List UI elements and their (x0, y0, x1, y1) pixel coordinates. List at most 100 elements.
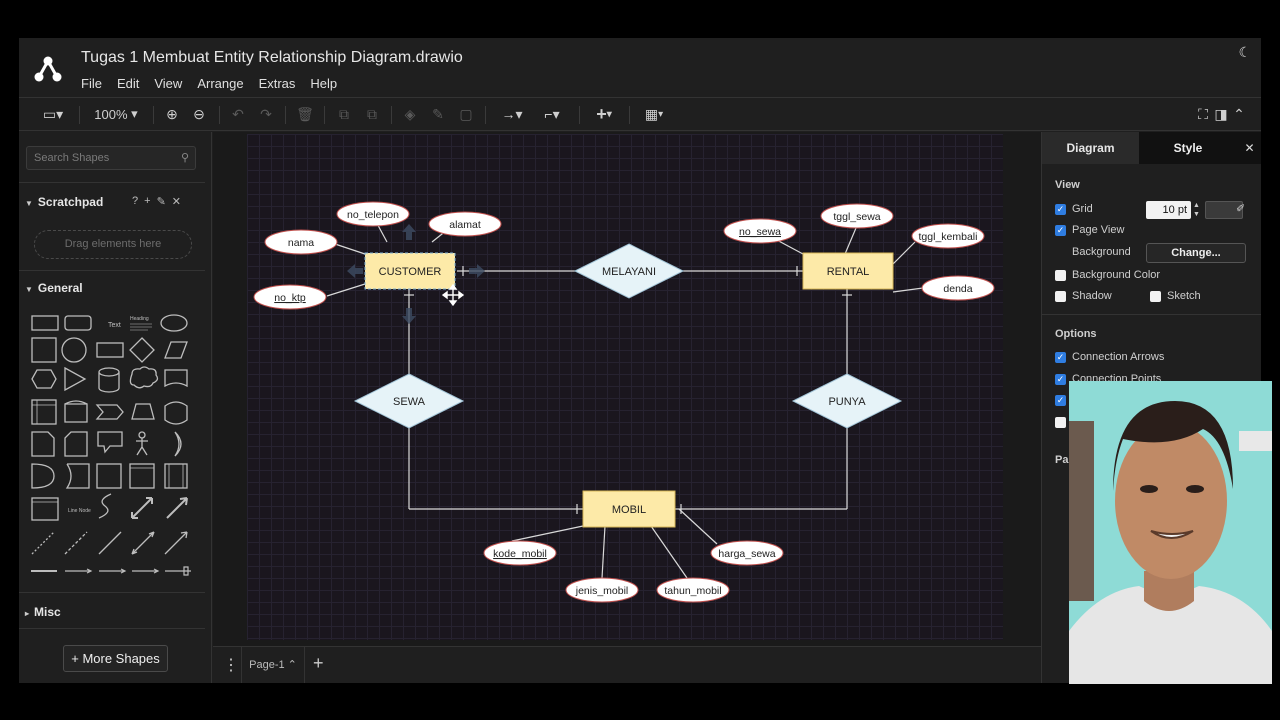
delete-icon[interactable]: 🗑 (296, 104, 314, 124)
page-view-checkbox-row[interactable]: ✓ Page View (1055, 224, 1124, 236)
guides-checkbox[interactable]: ✓ (1055, 395, 1066, 406)
tab-style[interactable]: Style (1139, 132, 1237, 164)
zoom-out-icon[interactable]: ⊖ (190, 104, 208, 124)
attribute-kode-mobil[interactable]: kode_mobil (483, 540, 557, 566)
relationship-punya-label: PUNYA (828, 396, 866, 408)
tab-diagram[interactable]: Diagram (1042, 132, 1139, 164)
search-icon[interactable]: ⚲ (181, 151, 189, 164)
edit-icon[interactable]: ✎ (157, 195, 166, 208)
shadow-checkbox-row[interactable]: Shadow (1055, 290, 1112, 302)
menu-arrange[interactable]: Arrange (197, 76, 243, 91)
grid-size-stepper[interactable]: ▲ ▼ (1193, 201, 1200, 219)
waypoints-icon[interactable]: ⌐▾ (535, 104, 569, 124)
attribute-nama-label: nama (288, 237, 314, 249)
diagram-canvas[interactable]: CUSTOMER RENTAL MOBIL MELAYANI SEWA PUNY… (213, 132, 1041, 646)
option-checkbox[interactable] (1055, 417, 1066, 428)
menu-file[interactable]: File (81, 76, 102, 91)
menu-view[interactable]: View (154, 76, 182, 91)
attribute-no-ktp-label: no_ktp (274, 292, 306, 304)
svg-text:Heading: Heading (130, 316, 149, 322)
attribute-no-ktp[interactable]: no_ktp (253, 284, 327, 310)
attribute-no-sewa[interactable]: no_sewa (723, 218, 797, 244)
to-back-icon[interactable]: ⧉ (363, 104, 381, 124)
sketch-checkbox[interactable] (1150, 290, 1161, 302)
general-shapes-palette[interactable]: Text Heading Line Node (29, 308, 197, 578)
background-color-checkbox-row[interactable]: Background Color (1055, 269, 1160, 281)
attribute-no-telepon-label: no_telepon (347, 209, 399, 221)
redo-icon[interactable]: ↷ (257, 104, 275, 124)
attribute-no-sewa-label: no_sewa (739, 226, 781, 238)
background-color-checkbox[interactable] (1055, 269, 1066, 281)
attribute-denda[interactable]: denda (921, 275, 995, 301)
connection-style-icon[interactable]: →▾ (495, 104, 529, 124)
attribute-harga-sewa[interactable]: harga_sewa (710, 540, 784, 566)
search-shapes-input[interactable]: Search Shapes ⚲ (26, 146, 196, 170)
shadow-icon[interactable]: ▢ (457, 104, 475, 124)
attribute-tahun-mobil[interactable]: tahun_mobil (656, 577, 730, 603)
grid-checkbox[interactable]: ✓ (1055, 203, 1066, 215)
document-title[interactable]: Tugas 1 Membuat Entity Relationship Diag… (81, 49, 463, 67)
close-icon[interactable]: ✕ (172, 195, 181, 208)
attribute-tahun-mobil-label: tahun_mobil (664, 585, 721, 597)
entity-customer[interactable]: CUSTOMER (364, 252, 456, 290)
add-icon[interactable]: + (144, 195, 150, 208)
attribute-tggl-kembali[interactable]: tggl_kembali (911, 223, 985, 249)
relationship-sewa-label: SEWA (393, 396, 426, 408)
add-page-icon[interactable]: + (313, 653, 324, 674)
fill-color-icon[interactable]: ◈ (401, 104, 419, 124)
attribute-tggl-sewa[interactable]: tggl_sewa (820, 203, 894, 229)
scratchpad-drop-zone[interactable]: Drag elements here (34, 230, 192, 259)
connection-points-checkbox[interactable]: ✓ (1055, 373, 1066, 385)
connection-arrows-checkbox[interactable]: ✓ (1055, 351, 1066, 363)
table-icon[interactable]: ▦ ▾ (637, 104, 671, 124)
general-label: General (37, 281, 83, 295)
grid-checkbox-row[interactable]: ✓ Grid (1055, 203, 1093, 215)
format-panel-toggle-icon[interactable]: ▭▾ (37, 104, 69, 124)
entity-mobil[interactable]: MOBIL (582, 490, 676, 528)
eyedropper-icon[interactable]: ✐ (1236, 202, 1245, 215)
close-icon[interactable]: ✕ (1237, 132, 1261, 164)
zoom-dropdown[interactable]: 100% ▾ (89, 104, 143, 124)
more-shapes-button[interactable]: + More Shapes (63, 645, 168, 672)
scratchpad-header[interactable]: ▼ Scratchpad (25, 195, 103, 209)
pages-menu-icon[interactable]: ⋮ (223, 655, 239, 675)
to-front-icon[interactable]: ⧉ (335, 104, 353, 124)
menu-edit[interactable]: Edit (117, 76, 139, 91)
svg-text:Line Node: Line Node (68, 508, 91, 514)
menu-help[interactable]: Help (310, 76, 337, 91)
attribute-tggl-kembali-label: tggl_kembali (919, 231, 978, 243)
collapse-icon[interactable]: ⌃ (1231, 104, 1247, 124)
page-view-checkbox[interactable]: ✓ (1055, 224, 1066, 236)
relationship-melayani-label: MELAYANI (602, 266, 656, 278)
misc-header[interactable]: ▸ Misc (25, 605, 61, 619)
general-header[interactable]: ▼ General (25, 281, 83, 295)
connection-arrows-checkbox-row[interactable]: ✓ Connection Arrows (1055, 351, 1164, 363)
zoom-in-icon[interactable]: ⊕ (163, 104, 181, 124)
entity-rental[interactable]: RENTAL (802, 252, 894, 290)
attribute-jenis-mobil[interactable]: jenis_mobil (565, 577, 639, 603)
options-section-label: Options (1055, 328, 1097, 340)
toggle-panel-icon[interactable]: ◨ (1213, 104, 1229, 124)
attribute-no-telepon[interactable]: no_telepon (336, 201, 410, 227)
grid-size-input[interactable]: 10 pt (1146, 201, 1191, 219)
tab-page-1[interactable]: Page-1 ⌃ (241, 647, 305, 683)
dark-mode-moon-icon[interactable]: ☾ (1238, 44, 1251, 61)
insert-plus-icon[interactable]: + ▾ (587, 104, 621, 124)
er-diagram[interactable]: CUSTOMER RENTAL MOBIL MELAYANI SEWA PUNY… (247, 134, 1003, 640)
help-icon[interactable]: ? (132, 195, 138, 208)
relationship-melayani[interactable]: MELAYANI (573, 243, 685, 299)
attribute-alamat[interactable]: alamat (428, 211, 502, 237)
relationship-punya[interactable]: PUNYA (791, 373, 903, 429)
diagram-page[interactable]: CUSTOMER RENTAL MOBIL MELAYANI SEWA PUNY… (247, 134, 1003, 640)
line-color-icon[interactable]: ✎ (429, 104, 447, 124)
shadow-checkbox[interactable] (1055, 290, 1066, 302)
change-background-button[interactable]: Change... (1146, 243, 1246, 263)
fullscreen-icon[interactable]: ⛶ (1195, 104, 1211, 124)
menu-extras[interactable]: Extras (259, 76, 296, 91)
entity-rental-label: RENTAL (827, 266, 870, 278)
relationship-sewa[interactable]: SEWA (353, 373, 465, 429)
attribute-nama[interactable]: nama (264, 229, 338, 255)
misc-label: Misc (34, 605, 61, 619)
undo-icon[interactable]: ↶ (229, 104, 247, 124)
sketch-checkbox-row[interactable]: Sketch (1150, 290, 1201, 302)
